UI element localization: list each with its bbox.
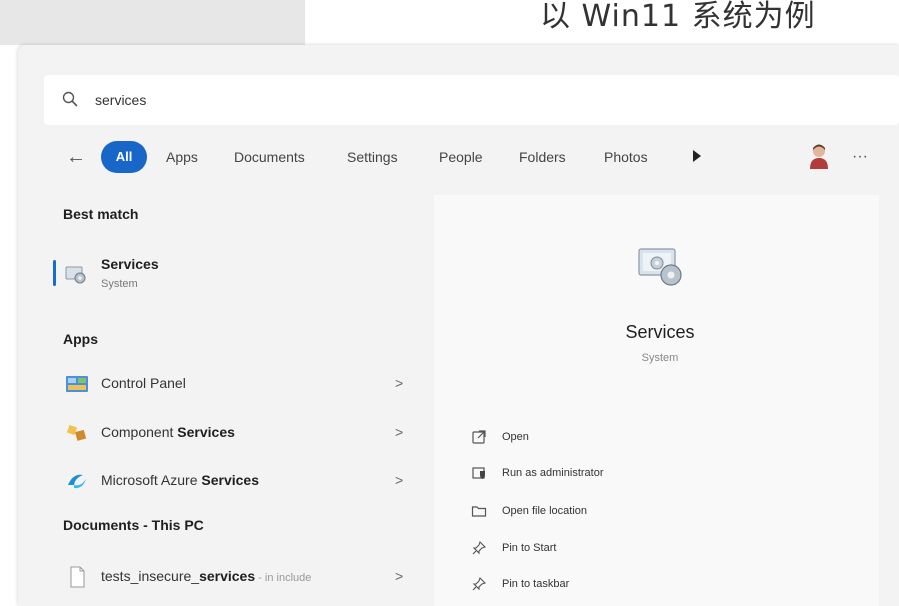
azure-icon (68, 474, 86, 489)
services-gear-icon (65, 266, 86, 284)
services-gear-icon (638, 248, 682, 286)
tab-settings[interactable]: Settings (347, 147, 398, 167)
action-label-run-as-admin: Run as administrator (502, 467, 604, 479)
chevron-right-icon[interactable]: > (395, 568, 403, 584)
selection-indicator (53, 260, 56, 286)
tab-documents[interactable]: Documents (234, 147, 305, 167)
list-item-label: Control Panel (101, 375, 186, 391)
play-more-icon[interactable] (693, 150, 701, 162)
chevron-right-icon[interactable]: > (395, 424, 403, 440)
folder-icon (471, 506, 487, 517)
control-panel-icon (66, 376, 88, 392)
tab-folders[interactable]: Folders (519, 147, 566, 167)
pin-icon (472, 576, 487, 591)
tab-all[interactable]: All (101, 141, 147, 173)
background-window (0, 0, 305, 45)
caption-text: 以 Win11 系统为例 (540, 0, 816, 34)
list-item-label: tests_insecure_services - in include (101, 568, 312, 584)
list-item-label: Microsoft Azure Services (101, 472, 259, 488)
shield-admin-icon (472, 467, 485, 479)
search-icon (62, 91, 78, 107)
component-services-icon (66, 424, 87, 441)
detail-title: Services (625, 322, 695, 342)
action-label-pin-to-start: Pin to Start (502, 542, 557, 554)
list-item-label: Component Services (101, 424, 235, 440)
best-match-title: Services (101, 256, 159, 272)
best-match-heading: Best match (63, 206, 139, 222)
action-label-open: Open (502, 431, 529, 443)
detail-subtitle: System (641, 352, 679, 364)
apps-heading: Apps (63, 331, 98, 347)
tab-people[interactable]: People (439, 147, 483, 167)
tab-apps[interactable]: Apps (166, 147, 198, 167)
chevron-right-icon[interactable]: > (395, 375, 403, 391)
more-options-icon[interactable]: ··· (852, 147, 872, 167)
documents-heading: Documents - This PC (63, 517, 204, 533)
search-input[interactable] (95, 89, 395, 111)
avatar[interactable] (808, 143, 830, 169)
back-arrow-icon[interactable]: ← (66, 147, 86, 167)
best-match-subtitle: System (101, 278, 138, 290)
action-label-pin-to-taskbar: Pin to taskbar (502, 578, 570, 590)
pin-icon (472, 540, 487, 555)
chevron-right-icon[interactable]: > (395, 472, 403, 488)
tab-photos[interactable]: Photos (604, 147, 648, 167)
open-icon (472, 430, 486, 444)
document-icon (70, 566, 85, 588)
action-label-open-file-location: Open file location (502, 505, 587, 517)
